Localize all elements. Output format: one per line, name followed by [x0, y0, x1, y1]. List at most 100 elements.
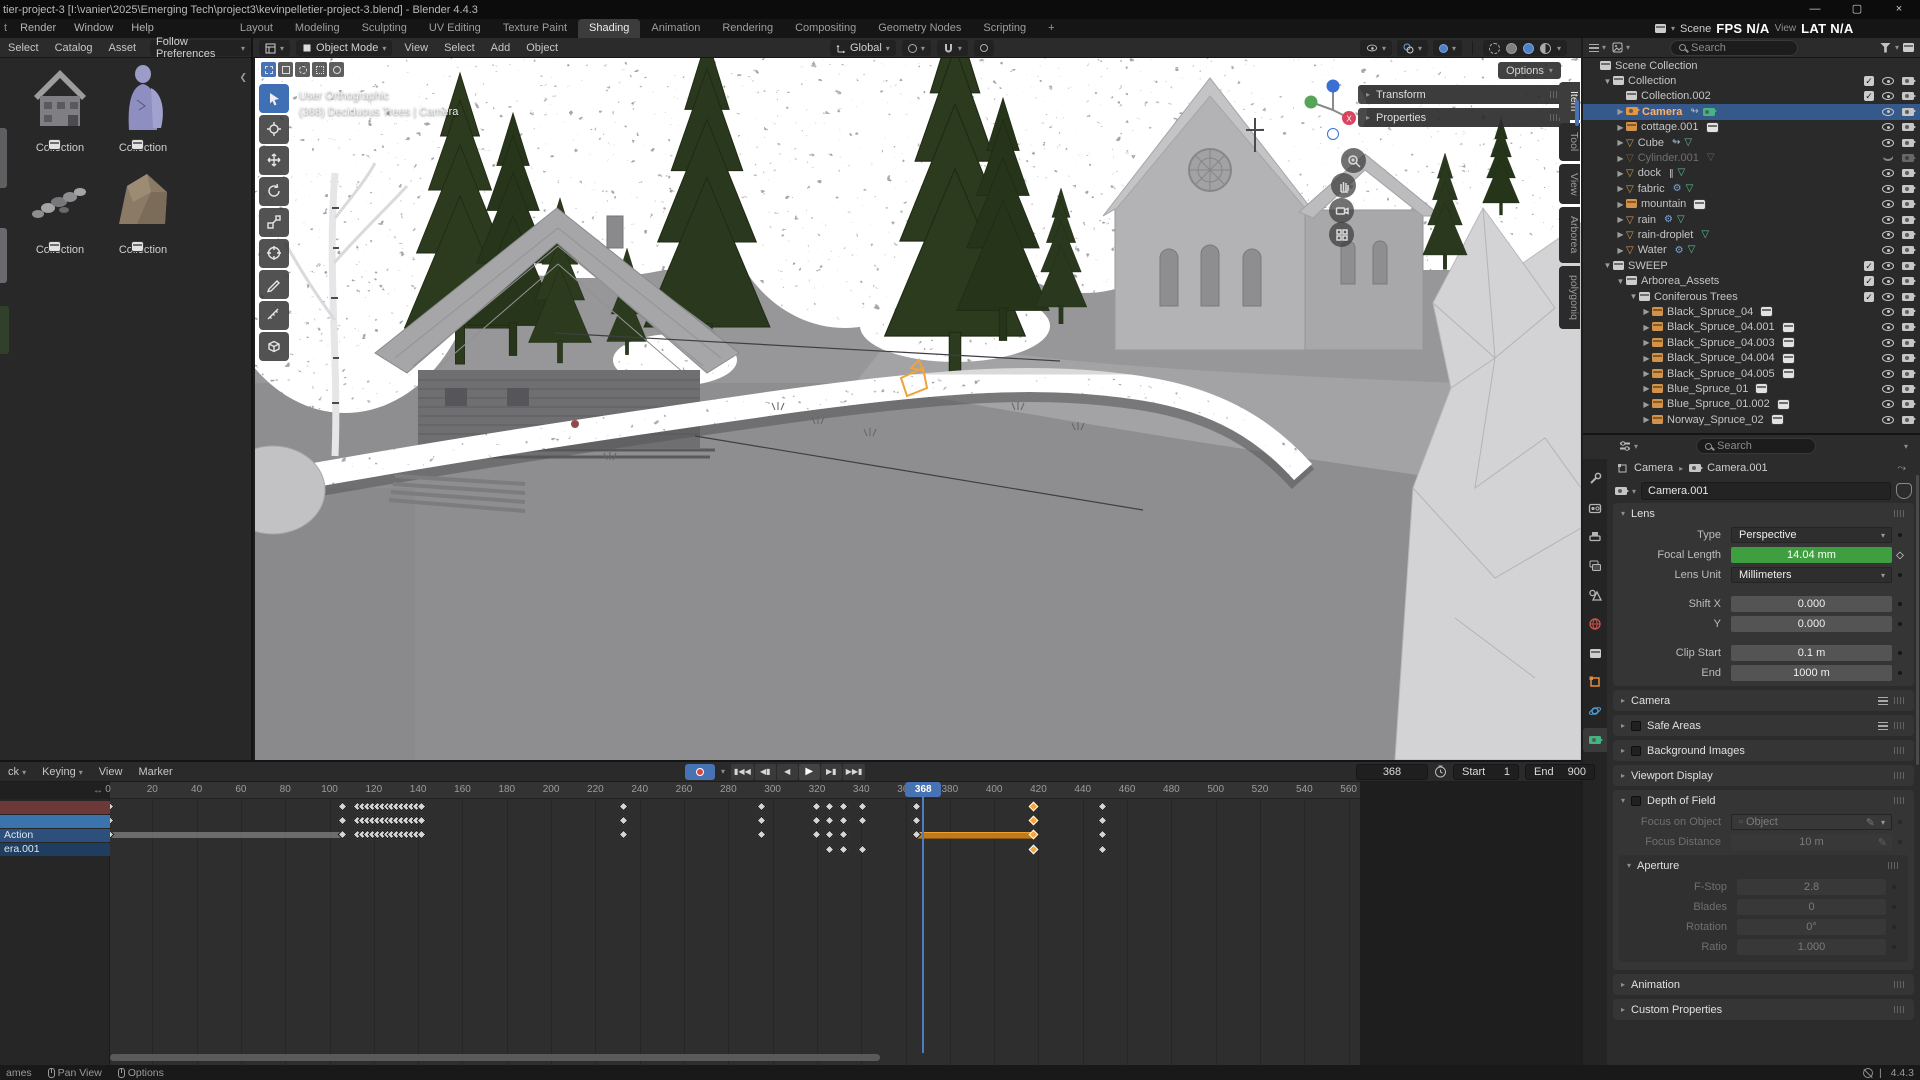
- outliner-row[interactable]: ▼Arborea_Assets✓: [1583, 273, 1920, 288]
- hide-viewport-eye-icon[interactable]: [1882, 416, 1894, 424]
- property-field-f-stop[interactable]: 2.8: [1737, 879, 1886, 895]
- panel-checkbox[interactable]: [1631, 796, 1641, 806]
- play-button[interactable]: ▶: [799, 764, 820, 780]
- properties-tab-tool[interactable]: [1583, 467, 1607, 491]
- disable-render-camera-icon[interactable]: [1902, 246, 1914, 254]
- current-frame-field[interactable]: 368: [1356, 764, 1428, 780]
- hide-viewport-eye-icon[interactable]: [1882, 108, 1894, 116]
- timeline-menu-view[interactable]: View: [91, 766, 131, 778]
- disable-render-camera-icon[interactable]: [1902, 400, 1914, 408]
- disable-render-camera-icon[interactable]: [1902, 185, 1914, 193]
- hide-viewport-eye-icon[interactable]: [1882, 200, 1894, 208]
- properties-tab-viewlayer[interactable]: [1583, 554, 1607, 578]
- sidebar-tab-polygoniq[interactable]: polygoniq: [1559, 266, 1580, 329]
- channel-row[interactable]: [0, 815, 110, 828]
- proportional-editing-toggle[interactable]: [974, 40, 994, 56]
- presets-icon[interactable]: [1878, 722, 1888, 730]
- jump-start-button[interactable]: ▮◀◀: [731, 764, 754, 780]
- prev-keyframe-button[interactable]: ◀▮: [755, 764, 776, 780]
- filter-icon[interactable]: [1880, 43, 1891, 53]
- maximize-button[interactable]: ▢: [1836, 0, 1878, 19]
- asset-item[interactable]: Collection: [101, 60, 185, 154]
- shading-options-dropdown[interactable]: ▾: [1557, 44, 1561, 53]
- circle-select-button[interactable]: [295, 62, 310, 77]
- disable-render-camera-icon[interactable]: [1902, 370, 1914, 378]
- animate-property-dot[interactable]: [1892, 651, 1908, 655]
- options-dropdown[interactable]: Options▾: [1498, 62, 1561, 79]
- outliner-row[interactable]: ▶▽fabric⚙▽: [1583, 181, 1920, 196]
- panel-header-camera[interactable]: ▸Camera: [1613, 690, 1914, 711]
- disable-render-camera-icon[interactable]: [1902, 308, 1914, 316]
- properties-tab-output[interactable]: [1583, 525, 1607, 549]
- workspace-tab-compositing[interactable]: Compositing: [784, 19, 867, 38]
- disable-render-camera-icon[interactable]: [1902, 169, 1914, 177]
- properties-tab-world[interactable]: [1583, 612, 1607, 636]
- hide-viewport-eye-icon[interactable]: [1882, 77, 1894, 85]
- held-keyframe-bar[interactable]: [110, 832, 343, 838]
- property-field-clip-start[interactable]: 0.1 m: [1731, 645, 1892, 661]
- animate-property-dot[interactable]: [1892, 533, 1908, 537]
- outliner-row[interactable]: ▶▽Cylinder.001▽: [1583, 150, 1920, 165]
- animate-property-dot[interactable]: [1892, 840, 1908, 844]
- keyframe[interactable]: [858, 816, 868, 826]
- fake-user-shield-icon[interactable]: [1896, 483, 1912, 499]
- keyframe[interactable]: [825, 845, 835, 855]
- region-resize-handle[interactable]: [1575, 100, 1579, 126]
- transform-orientation-dropdown[interactable]: Global▾: [830, 40, 896, 56]
- keyframe[interactable]: [756, 816, 766, 826]
- menu-window[interactable]: Window: [65, 19, 122, 38]
- paint-select-button[interactable]: [329, 62, 344, 77]
- hide-viewport-eye-icon[interactable]: [1882, 216, 1894, 224]
- disable-render-camera-icon[interactable]: [1902, 293, 1914, 301]
- disable-render-camera-icon[interactable]: [1902, 154, 1914, 162]
- panel-checkbox[interactable]: [1631, 746, 1641, 756]
- view-layer-label[interactable]: View: [1775, 23, 1797, 34]
- measure-tool-button[interactable]: [259, 301, 289, 330]
- 3d-viewport[interactable]: User Orthographic (368) Deciduous Trees …: [255, 58, 1581, 760]
- playhead-frame-badge[interactable]: 368: [905, 782, 941, 797]
- outliner-row[interactable]: ▶mountain: [1583, 197, 1920, 212]
- clock-icon[interactable]: [1434, 765, 1447, 778]
- property-field-lens-unit[interactable]: Millimeters: [1731, 567, 1892, 583]
- keyframe[interactable]: [619, 802, 629, 812]
- keyframe[interactable]: [838, 816, 848, 826]
- properties-options[interactable]: ▾: [1904, 442, 1908, 451]
- panel-grip[interactable]: [1894, 697, 1906, 704]
- transform-tool-button[interactable]: [259, 239, 289, 268]
- workspace-tab-uv-editing[interactable]: UV Editing: [418, 19, 492, 38]
- outliner-display-mode[interactable]: ▾: [1589, 43, 1606, 52]
- menu-render[interactable]: Render: [11, 19, 65, 38]
- keyframe[interactable]: [838, 802, 848, 812]
- animate-property-dot[interactable]: [1886, 905, 1902, 909]
- panel-grip[interactable]: [1894, 797, 1906, 804]
- disable-render-camera-icon[interactable]: [1902, 108, 1914, 116]
- outliner-row[interactable]: ▼Collection✓: [1583, 73, 1920, 88]
- keyframe[interactable]: [838, 830, 848, 840]
- properties-tab-physics[interactable]: [1583, 699, 1607, 723]
- keyframe[interactable]: [756, 802, 766, 812]
- disable-render-camera-icon[interactable]: [1902, 200, 1914, 208]
- animate-property-dot[interactable]: [1886, 885, 1902, 889]
- workspace-tab-rendering[interactable]: Rendering: [711, 19, 784, 38]
- move-tool-button[interactable]: [259, 146, 289, 175]
- keyframe[interactable]: [858, 802, 868, 812]
- zoom-button[interactable]: [1341, 148, 1366, 173]
- timeline-menu-ck[interactable]: ck ▾: [0, 766, 34, 778]
- disable-render-camera-icon[interactable]: [1902, 262, 1914, 270]
- asset-menu-catalog[interactable]: Catalog: [47, 42, 101, 54]
- disable-render-camera-icon[interactable]: [1902, 277, 1914, 285]
- properties-search[interactable]: Search: [1696, 438, 1816, 454]
- hide-viewport-eye-icon[interactable]: [1882, 169, 1894, 177]
- sidebar-tab-view[interactable]: View: [1559, 164, 1580, 205]
- viewport-menu-add[interactable]: Add: [483, 42, 519, 54]
- hide-viewport-eye-icon[interactable]: [1882, 385, 1894, 393]
- asset-thumb-clipped[interactable]: [0, 128, 7, 188]
- material-preview-button[interactable]: [1523, 43, 1534, 54]
- panel-header-aperture[interactable]: ▾Aperture: [1619, 855, 1908, 876]
- overlays-dropdown[interactable]: ▾: [1397, 40, 1428, 56]
- navigation-gizmo[interactable]: X: [1295, 72, 1371, 148]
- sidebar-tab-arborea[interactable]: Arborea: [1559, 207, 1580, 262]
- panel-grip[interactable]: [1888, 862, 1900, 869]
- animate-property-dot[interactable]: [1892, 602, 1908, 606]
- properties-editor-type[interactable]: ▾: [1619, 440, 1638, 452]
